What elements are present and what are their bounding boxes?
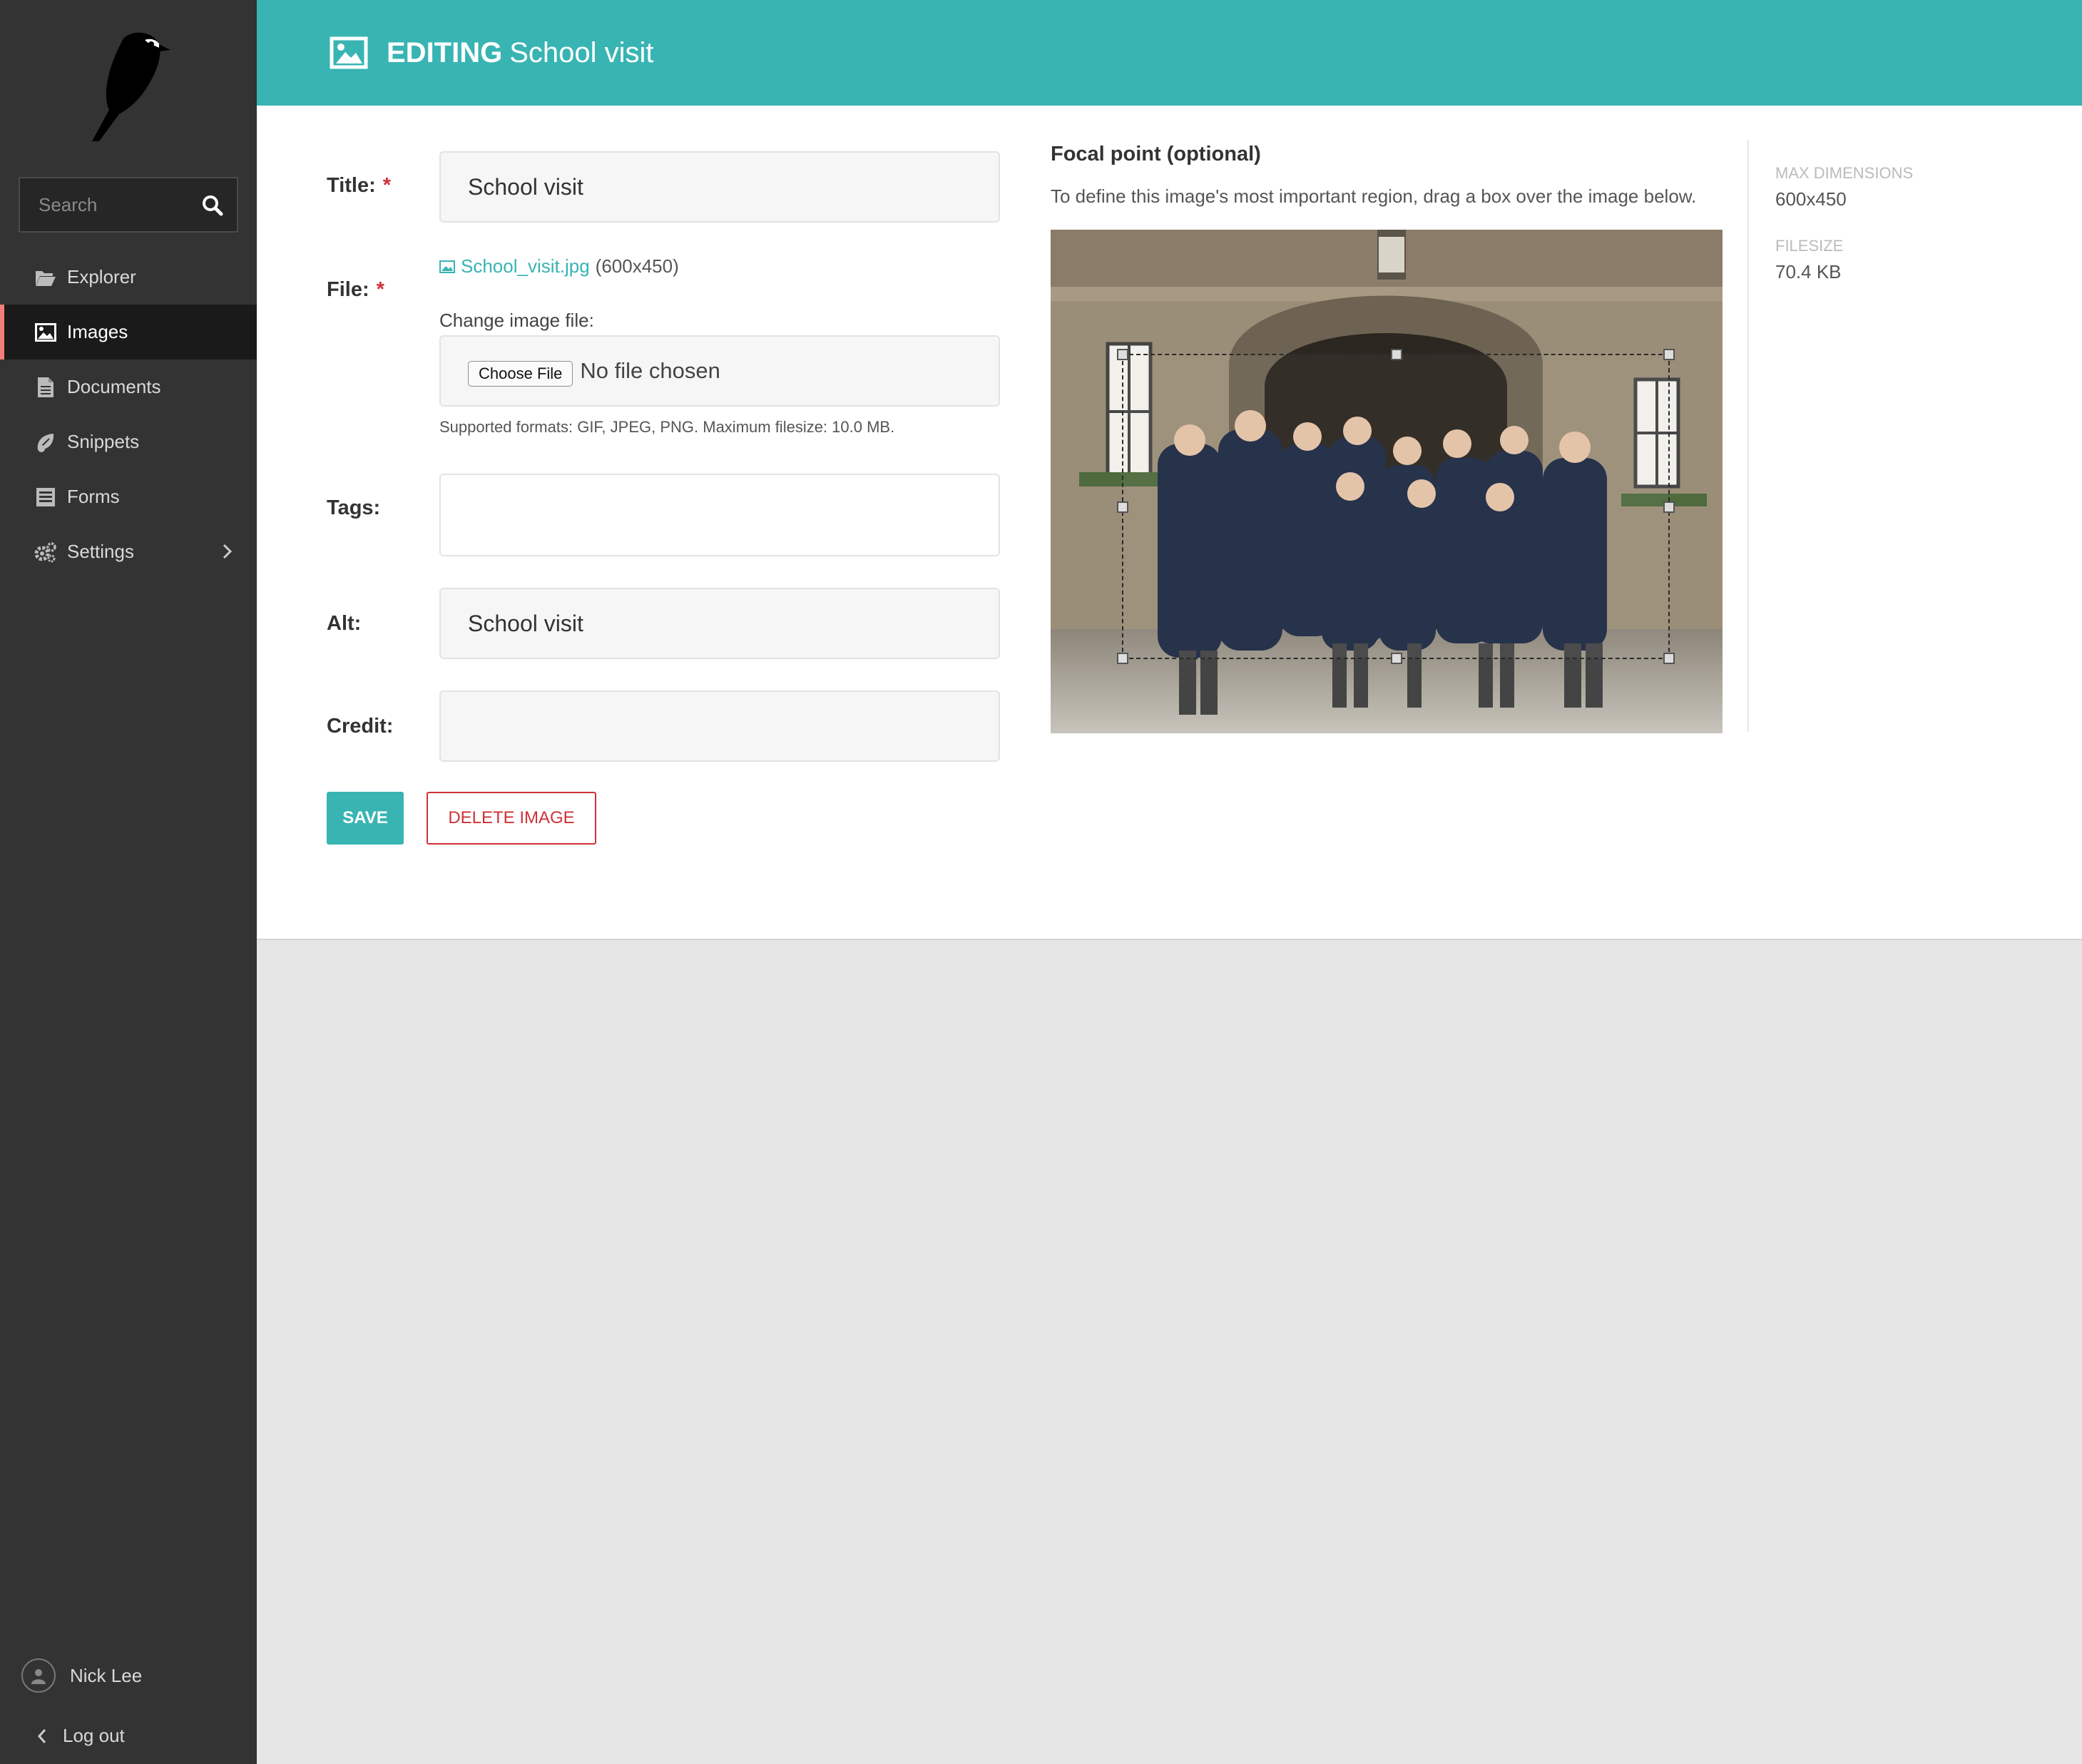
edit-form: Title:* File:* School_visit.jpg (600x450… [257, 106, 2082, 940]
sidebar-item-documents[interactable]: Documents [0, 360, 257, 414]
image-icon [330, 36, 368, 69]
file-link[interactable]: School_visit.jpg [461, 255, 590, 277]
alt-label: Alt: [327, 612, 362, 635]
search-box [19, 177, 238, 233]
required-mark: * [376, 278, 384, 301]
alt-input[interactable] [468, 589, 999, 658]
crop-handle-nw[interactable] [1117, 349, 1128, 360]
chevron-left-icon [37, 1728, 46, 1743]
page-header: EDITING School visit [257, 0, 2082, 106]
file-input: Choose File No file chosen [439, 335, 1000, 407]
credit-input[interactable] [468, 692, 999, 760]
crop-handle-n[interactable] [1391, 349, 1402, 360]
focal-point-image[interactable] [1051, 230, 1723, 733]
sidebar-item-snippets[interactable]: Snippets [0, 414, 257, 469]
user-name: Nick Lee [70, 1664, 143, 1686]
save-button[interactable]: SAVE [327, 792, 404, 845]
tags-field [439, 474, 1000, 556]
logout-label: Log out [63, 1725, 125, 1746]
file-dimensions: (600x450) [595, 255, 679, 277]
crop-handle-s[interactable] [1391, 653, 1402, 664]
no-file-text: No file chosen [580, 358, 720, 383]
change-file-label: Change image file: [439, 310, 594, 331]
crop-handle-ne[interactable] [1663, 349, 1675, 360]
image-icon [439, 260, 455, 273]
sidebar-item-label: Documents [67, 376, 161, 397]
delete-image-button[interactable]: DELETE IMAGE [427, 792, 596, 845]
sidebar-item-label: Forms [67, 486, 120, 507]
filesize-label: FILESIZE [1775, 237, 1844, 255]
crop-handle-se[interactable] [1663, 653, 1675, 664]
tags-input[interactable] [468, 475, 999, 555]
page-subject: School visit [509, 36, 654, 68]
image-icon [34, 321, 57, 344]
current-file: School_visit.jpg (600x450) [439, 255, 679, 277]
required-mark: * [382, 174, 392, 197]
crop-handle-e[interactable] [1663, 501, 1675, 513]
form-icon [34, 486, 57, 509]
chevron-right-icon[interactable] [218, 543, 235, 560]
cogs-icon [34, 541, 57, 564]
main-menu: Explorer Images Documents Snippets Forms [0, 250, 257, 579]
page-title: EDITING School visit [387, 37, 654, 69]
max-dimensions-value: 600x450 [1775, 188, 1847, 210]
logout-link[interactable]: Log out [37, 1725, 125, 1747]
sidebar-item-forms[interactable]: Forms [0, 469, 257, 524]
snippet-icon [34, 431, 57, 454]
document-icon [34, 376, 57, 399]
sidebar-item-settings[interactable]: Settings [0, 524, 257, 579]
search-icon[interactable] [201, 194, 224, 217]
crop-handle-sw[interactable] [1117, 653, 1128, 664]
focal-point-description: To define this image's most important re… [1051, 185, 1697, 207]
focal-point-selection[interactable] [1117, 349, 1675, 664]
tags-label: Tags: [327, 496, 381, 519]
title-input[interactable] [468, 153, 999, 221]
sidebar-item-explorer[interactable]: Explorer [0, 250, 257, 305]
file-label: File: * [327, 278, 384, 301]
sidebar-item-images[interactable]: Images [0, 305, 257, 360]
sidebar-item-label: Images [67, 321, 128, 342]
title-label: Title: * [327, 174, 392, 197]
focal-point-title: Focal point (optional) [1051, 143, 1261, 165]
folder-open-icon [34, 266, 57, 289]
crop-handle-w[interactable] [1117, 501, 1128, 513]
avatar-icon [21, 1658, 56, 1693]
search-input[interactable] [20, 178, 198, 231]
sidebar-item-label: Settings [67, 541, 134, 562]
wagtail-logo[interactable] [82, 30, 175, 144]
file-help-text: Supported formats: GIF, JPEG, PNG. Maxim… [439, 418, 895, 436]
divider [1747, 140, 1749, 732]
account-menu[interactable]: Nick Lee [21, 1658, 142, 1693]
title-field [439, 151, 1000, 223]
filesize-value: 70.4 KB [1775, 261, 1842, 282]
sidebar-item-label: Explorer [67, 266, 136, 287]
sidebar-item-label: Snippets [67, 431, 140, 452]
credit-label: Credit: [327, 715, 394, 738]
sidebar: Explorer Images Documents Snippets Forms [0, 0, 257, 1764]
credit-field [439, 690, 1000, 762]
choose-file-button[interactable]: Choose File [468, 361, 573, 387]
max-dimensions-label: MAX DIMENSIONS [1775, 164, 1914, 182]
alt-field [439, 588, 1000, 659]
page-action: EDITING [387, 36, 503, 68]
